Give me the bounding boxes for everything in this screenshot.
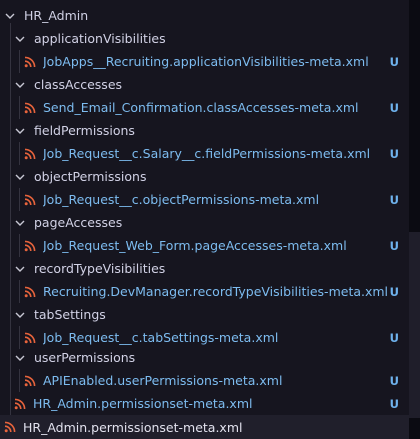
tree-file-label: Job_Request__c.objectPermissions-meta.xm… bbox=[43, 192, 320, 207]
git-status-badge: U bbox=[389, 54, 399, 69]
tree-folder-label: classAccesses bbox=[34, 77, 123, 92]
git-status-badge: U bbox=[389, 284, 399, 299]
git-status-badge: U bbox=[389, 238, 399, 253]
tree-folder-user-permissions[interactable]: userPermissions bbox=[0, 346, 409, 369]
tree-file-label: Job_Request_Web_Form.pageAccesses-meta.x… bbox=[43, 238, 347, 253]
chevron-down-icon[interactable] bbox=[14, 263, 26, 275]
rss-feed-icon bbox=[14, 398, 26, 410]
git-status-badge: U bbox=[389, 100, 399, 115]
rss-feed-icon bbox=[24, 332, 36, 344]
tree-folder-page-accesses[interactable]: pageAccesses bbox=[0, 211, 409, 234]
tree-file-label: APIEnabled.userPermissions-meta.xml bbox=[43, 373, 283, 388]
rss-feed-icon bbox=[24, 56, 36, 68]
git-status-badge: U bbox=[389, 192, 399, 207]
tree-file-object-permissions[interactable]: Job_Request__c.objectPermissions-meta.xm… bbox=[0, 188, 409, 211]
scrollbar-thumb[interactable] bbox=[409, 232, 420, 418]
explorer-tree: HR_Admin applicationVisibilities JobApps… bbox=[0, 0, 409, 439]
tree-folder-object-permissions[interactable]: objectPermissions bbox=[0, 165, 409, 188]
tree-file-field-permissions[interactable]: Job_Request__c.Salary__c.fieldPermission… bbox=[0, 142, 409, 165]
rss-feed-icon bbox=[24, 240, 36, 252]
rss-feed-icon bbox=[24, 375, 36, 387]
tree-file-label: HR_Admin.permissionset-meta.xml bbox=[33, 396, 253, 411]
tree-folder-label: userPermissions bbox=[34, 350, 136, 365]
tree-file-label: Job_Request__c.Salary__c.fieldPermission… bbox=[43, 146, 371, 161]
tree-folder-record-type-visibilities[interactable]: recordTypeVisibilities bbox=[0, 257, 409, 280]
chevron-down-icon[interactable] bbox=[14, 33, 26, 45]
tree-file-page-accesses[interactable]: Job_Request_Web_Form.pageAccesses-meta.x… bbox=[0, 234, 409, 257]
tree-folder-tab-settings[interactable]: tabSettings bbox=[0, 303, 409, 326]
tree-folder-label: applicationVisibilities bbox=[34, 31, 166, 46]
tree-folder-label: pageAccesses bbox=[34, 215, 123, 230]
git-status-badge: U bbox=[389, 330, 399, 345]
rss-feed-icon bbox=[24, 286, 36, 298]
rss-feed-icon bbox=[24, 148, 36, 160]
tree-folder-label: recordTypeVisibilities bbox=[34, 261, 166, 276]
chevron-down-icon[interactable] bbox=[14, 125, 26, 137]
rss-feed-icon bbox=[4, 421, 16, 433]
tree-folder-field-permissions[interactable]: fieldPermissions bbox=[0, 119, 409, 142]
tree-row: HR_Admin.permissionset-meta.xml bbox=[0, 415, 409, 439]
tree-file-label: JobApps__Recruiting.applicationVisibilit… bbox=[43, 54, 369, 69]
tree-file-permissionset[interactable]: HR_Admin.permissionset-meta.xml U bbox=[0, 392, 409, 415]
tree-folder-label: fieldPermissions bbox=[34, 123, 135, 138]
tree-file-application-visibilities[interactable]: JobApps__Recruiting.applicationVisibilit… bbox=[0, 50, 409, 73]
tree-folder-class-accesses[interactable]: classAccesses bbox=[0, 73, 409, 96]
rss-feed-icon bbox=[24, 194, 36, 206]
chevron-down-icon[interactable] bbox=[14, 309, 26, 321]
git-status-badge: U bbox=[389, 396, 399, 411]
chevron-down-icon[interactable] bbox=[14, 171, 26, 183]
chevron-down-icon[interactable] bbox=[14, 352, 26, 364]
tree-file-permissionset-outer[interactable]: HR_Admin.permissionset-meta.xml bbox=[0, 415, 409, 439]
tree-file-label: Recruiting.DevManager.recordTypeVisibili… bbox=[43, 284, 389, 299]
tree-folder-application-visibilities[interactable]: applicationVisibilities bbox=[0, 27, 409, 50]
chevron-down-icon[interactable] bbox=[4, 10, 16, 22]
tree-folder-label: objectPermissions bbox=[34, 169, 147, 184]
tree-file-user-permissions[interactable]: APIEnabled.userPermissions-meta.xml U bbox=[0, 369, 409, 392]
tree-folder-label: HR_Admin bbox=[24, 8, 89, 23]
tree-folder-label: tabSettings bbox=[34, 307, 106, 322]
rss-feed-icon bbox=[24, 102, 36, 114]
chevron-down-icon[interactable] bbox=[14, 79, 26, 91]
tree-file-record-type-visibilities[interactable]: Recruiting.DevManager.recordTypeVisibili… bbox=[0, 280, 409, 303]
tree-file-label: Send_Email_Confirmation.classAccesses-me… bbox=[43, 100, 359, 115]
tree-folder-hr-admin[interactable]: HR_Admin bbox=[0, 4, 409, 27]
git-status-badge: U bbox=[389, 146, 399, 161]
git-status-badge: U bbox=[389, 373, 399, 388]
tree-file-class-accesses[interactable]: Send_Email_Confirmation.classAccesses-me… bbox=[0, 96, 409, 119]
tree-file-label: HR_Admin.permissionset-meta.xml bbox=[23, 419, 243, 435]
chevron-down-icon[interactable] bbox=[14, 217, 26, 229]
tree-file-label: Job_Request__c.tabSettings-meta.xml bbox=[43, 330, 279, 345]
